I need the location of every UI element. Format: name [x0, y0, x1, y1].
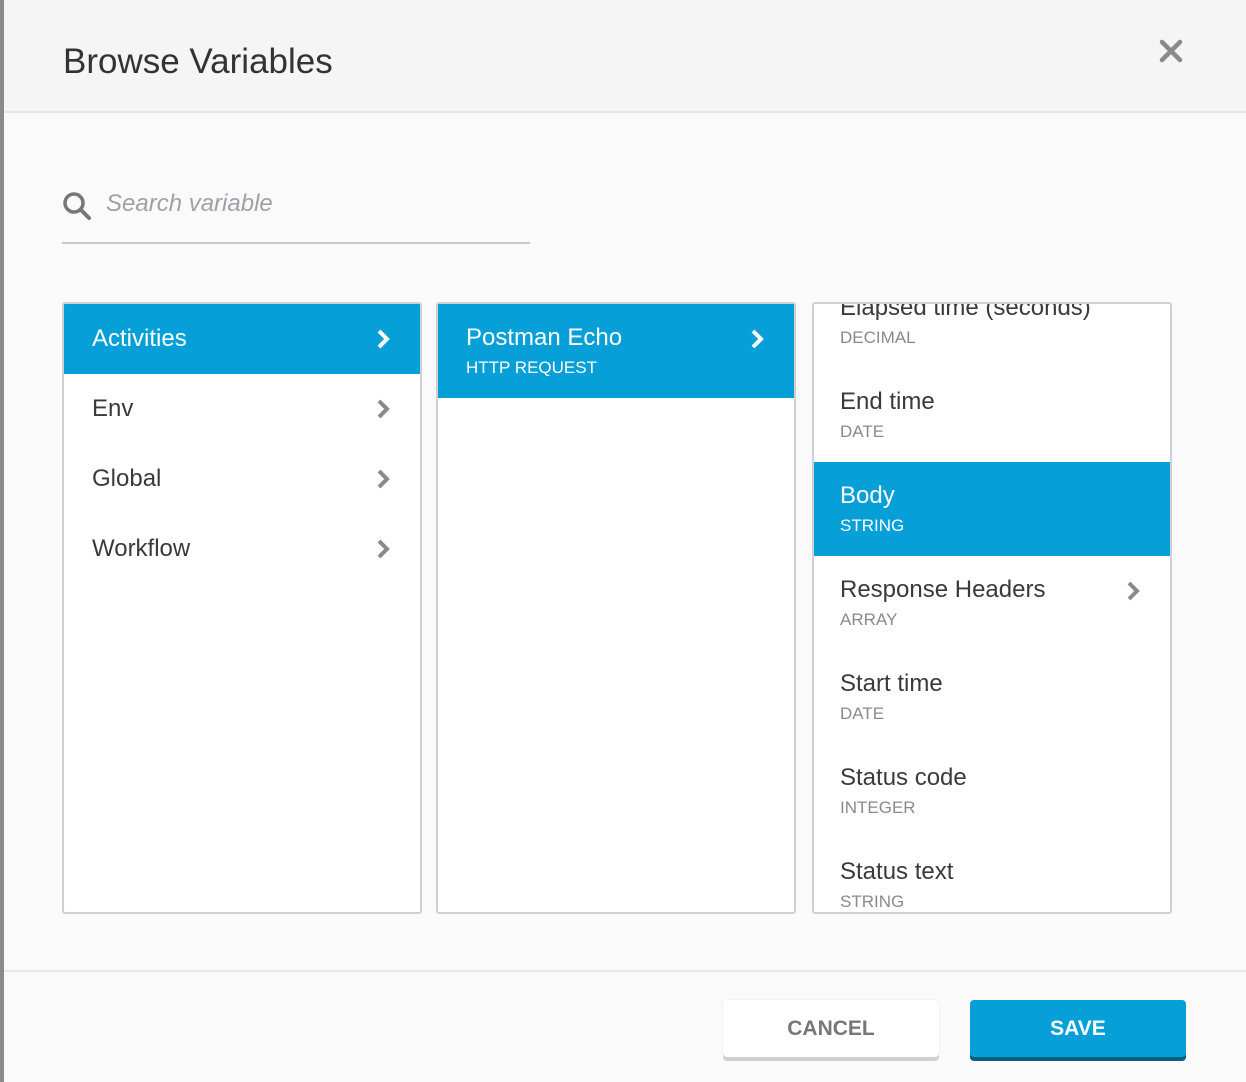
- variable-item[interactable]: Elapsed time (seconds) DECIMAL: [814, 302, 1170, 368]
- variable-item[interactable]: Status text STRING: [814, 838, 1170, 912]
- variable-name: Body: [840, 482, 895, 509]
- close-button[interactable]: [1156, 36, 1186, 66]
- search-input[interactable]: [106, 190, 506, 218]
- chevron-right-icon: [1127, 581, 1140, 601]
- variable-type: DECIMAL: [840, 328, 916, 347]
- variable-name: Start time: [840, 670, 943, 697]
- variable-name: End time: [840, 388, 935, 415]
- dialog-title: Browse Variables: [63, 42, 333, 81]
- chevron-right-icon: [377, 469, 390, 489]
- variable-item[interactable]: Status code INTEGER: [814, 744, 1170, 838]
- activity-column: Postman Echo HTTP REQUEST: [436, 302, 796, 914]
- variable-name: Status code: [840, 764, 967, 791]
- search-icon: [63, 192, 91, 220]
- dialog-header: Browse Variables: [4, 0, 1246, 113]
- scope-label: Workflow: [92, 535, 191, 562]
- activity-item[interactable]: Postman Echo HTTP REQUEST: [438, 304, 794, 398]
- scope-label: Activities: [92, 325, 187, 352]
- variable-item[interactable]: Response Headers ARRAY: [814, 556, 1170, 650]
- variable-item[interactable]: End time DATE: [814, 368, 1170, 462]
- close-icon: [1159, 39, 1183, 63]
- variable-type: DATE: [840, 422, 885, 441]
- variable-type: STRING: [840, 892, 905, 911]
- variable-item[interactable]: Body STRING: [814, 462, 1170, 556]
- scope-label: Env: [92, 395, 134, 422]
- chevron-right-icon: [751, 329, 764, 349]
- variable-type: ARRAY: [840, 610, 898, 629]
- variable-type: STRING: [840, 516, 905, 535]
- scope-label: Global: [92, 465, 162, 492]
- variable-name: Response Headers: [840, 576, 1046, 603]
- scope-item[interactable]: Workflow: [64, 514, 420, 584]
- variable-name: Elapsed time (seconds): [840, 302, 1091, 321]
- scope-item[interactable]: Env: [64, 374, 420, 444]
- scope-item[interactable]: Global: [64, 444, 420, 514]
- activity-name: Postman Echo: [466, 324, 623, 351]
- cancel-button[interactable]: CANCEL: [723, 1000, 939, 1057]
- scope-item[interactable]: Activities: [64, 304, 420, 374]
- activity-type: HTTP REQUEST: [466, 358, 597, 377]
- variable-item[interactable]: Start time DATE: [814, 650, 1170, 744]
- chevron-right-icon: [377, 539, 390, 559]
- scope-column: Activities Env Global Workflow: [62, 302, 422, 914]
- variable-column[interactable]: Elapsed time (seconds) DECIMAL End time DAT…: [812, 302, 1172, 914]
- search-field: [62, 184, 530, 244]
- variable-type: DATE: [840, 704, 885, 723]
- variable-type: INTEGER: [840, 798, 916, 817]
- chevron-right-icon: [377, 329, 390, 349]
- save-button[interactable]: SAVE: [970, 1000, 1186, 1057]
- window-edge: [0, 0, 4, 1082]
- variable-name: Status text: [840, 858, 954, 885]
- chevron-right-icon: [377, 399, 390, 419]
